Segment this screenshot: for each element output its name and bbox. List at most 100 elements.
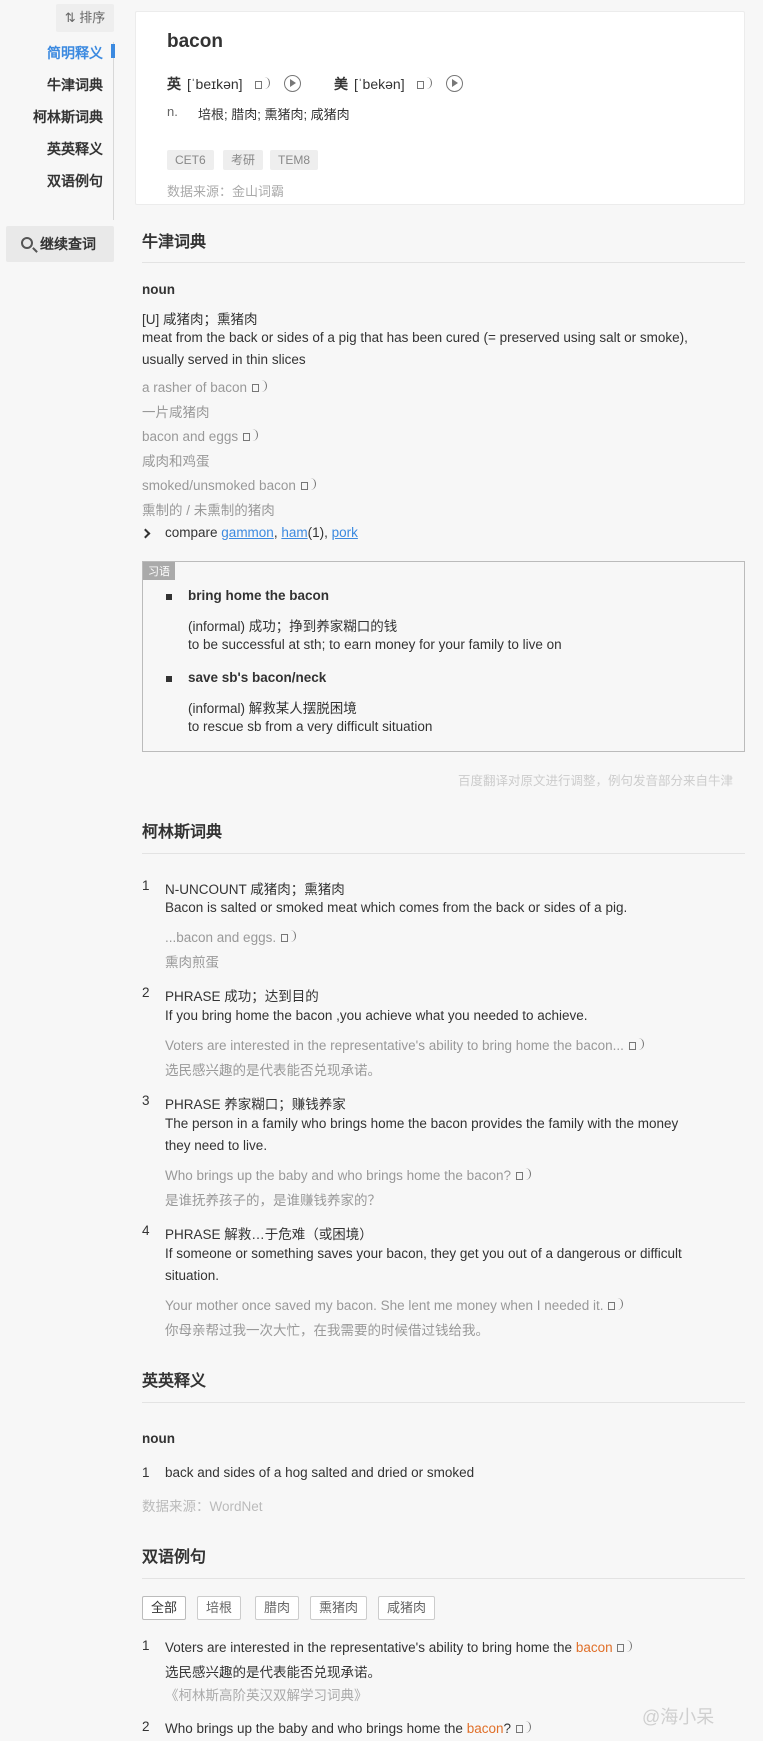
exam-tag: TEM8 [270,150,319,170]
us-repeat-play-icon[interactable] [446,75,464,92]
highlight-word: bacon [575,1640,613,1655]
oxford-example-text: bacon and eggs [142,429,239,444]
exam-tag: CET6 [167,150,214,170]
speaker-icon[interactable] [515,1719,535,1737]
collins-head: PHRASE 养家糊口；赚钱养家 [165,1097,346,1112]
example-text: Who brings up the baby and who brings ho… [165,1721,463,1736]
search-icon [21,237,33,249]
nav-divider [113,42,114,220]
nav-item-oxford[interactable]: 牛津词典 [47,75,103,95]
oxford-example-en: bacon and eggs [142,427,262,445]
bilingual-example-en: Voters are interested in the representat… [165,1638,636,1656]
sort-button[interactable]: ⇅ 排序 [56,4,114,32]
oxford-example-cn: 一片咸猪肉 [142,405,210,420]
bilingual-num: 2 [142,1719,150,1734]
nav-active-marker [111,44,115,58]
us-ipa: [ˈbekən] [354,76,405,92]
idiom-en: to be successful at sth; to earn money f… [188,637,562,652]
collins-head: PHRASE 成功；达到目的 [165,989,319,1004]
idiom-en: to rescue sb from a very difficult situa… [188,719,433,734]
uk-speaker-icon[interactable] [254,75,274,93]
bilingual-example-en: Who brings up the baby and who brings ho… [165,1719,535,1737]
filter-all[interactable]: 全部 [142,1596,187,1620]
oxford-example-cn: 熏制的 / 未熏制的猪肉 [142,503,275,518]
compare-label: compare [165,525,218,540]
bullet-icon [166,676,172,682]
compare-line: compare gammon, ham(1), pork [165,525,358,540]
compare-link-pork[interactable]: pork [332,525,358,540]
example-text-end: ? [503,1721,512,1736]
example-text: Voters are interested in the representat… [165,1640,573,1655]
filter-chip[interactable]: 腊肉 [255,1596,300,1620]
oxford-example-cn: 咸肉和鸡蛋 [142,454,210,469]
collins-def-cont: situation. [165,1268,220,1283]
chevron-right-icon [140,528,151,539]
collins-title: 柯林斯词典 [142,824,223,841]
collins-num: 3 [142,1093,150,1108]
collins-num: 4 [142,1223,150,1238]
collins-def: If someone or something saves your bacon… [165,1246,682,1261]
idiom-tag: 习语 [143,562,175,580]
speaker-icon[interactable] [280,928,300,946]
compare-ham-suffix: (1), [307,525,328,540]
uk-label: 英 [167,76,181,92]
idiom-cn: (informal) 解救某人摆脱困境 [188,701,357,716]
english-def: back and sides of a hog salted and dried… [165,1465,475,1480]
oxford-cn-def: [U] 咸猪肉；熏猪肉 [142,312,258,327]
bilingual-example-source: 《柯林斯高阶英汉双解学习词典》 [165,1688,368,1703]
section-divider [142,1578,745,1579]
nav-item-bilingual[interactable]: 双语例句 [47,171,103,191]
headword: bacon [167,31,223,52]
highlight-word: bacon [466,1721,504,1736]
collins-head: PHRASE 解救…于危难（或困境） [165,1227,373,1242]
speaker-icon[interactable] [628,1036,648,1054]
collins-def-cont: they need to live. [165,1138,268,1153]
oxford-title: 牛津词典 [142,234,207,251]
oxford-pos: noun [142,282,175,297]
idiom-box: 习语 bring home the bacon (informal) 成功；挣到… [142,561,745,752]
oxford-example-text: a rasher of bacon [142,380,248,395]
filter-chip[interactable]: 咸猪肉 [378,1596,436,1620]
speaker-icon[interactable] [607,1296,627,1314]
english-title: 英英释义 [142,1373,207,1390]
english-source: 数据来源：WordNet [142,1499,263,1514]
filter-chip[interactable]: 培根 [197,1596,242,1620]
collins-example-en: Voters are interested in the representat… [165,1036,648,1054]
oxford-example-en: smoked/unsmoked bacon [142,476,320,494]
speaker-icon[interactable] [515,1166,535,1184]
nav-item-english[interactable]: 英英释义 [47,139,103,159]
bilingual-title: 双语例句 [142,1549,207,1566]
filter-chip[interactable]: 熏猪肉 [310,1596,368,1620]
speaker-icon[interactable] [242,427,262,445]
nav-item-brief[interactable]: 简明释义 [47,43,103,63]
speaker-icon[interactable] [251,378,271,396]
nav-item-collins[interactable]: 柯林斯词典 [33,107,103,127]
idiom-cn: (informal) 成功；挣到养家糊口的钱 [188,619,398,634]
continue-lookup-button[interactable]: 继续查词 [6,226,114,262]
section-divider [142,1402,745,1403]
continue-lookup-label: 继续查词 [40,236,96,252]
us-speaker-icon[interactable] [416,75,436,93]
collins-example-cn: 你母亲帮过我一次大忙，在我需要的时候借过钱给我。 [165,1323,489,1338]
uk-repeat-play-icon[interactable] [284,75,302,92]
oxford-en-def: meat from the back or sides of a pig tha… [142,330,688,345]
bilingual-example-cn: 选民感兴趣的是代表能否兑现承诺。 [165,1665,381,1680]
english-num: 1 [142,1465,150,1480]
collins-example-text: ...bacon and eggs. [165,930,277,945]
collins-head: N-UNCOUNT 咸猪肉；熏猪肉 [165,882,345,897]
idiom-phrase: save sb's bacon/neck [188,670,327,685]
uk-ipa: [ˈbeɪkən] [187,76,243,92]
compare-link-ham[interactable]: ham [281,525,307,540]
speaker-icon[interactable] [616,1638,636,1656]
speaker-icon[interactable] [300,476,320,494]
weibo-watermark: @海小呆 [642,1707,715,1727]
collins-def: The person in a family who brings home t… [165,1116,679,1131]
collins-example-cn: 选民感兴趣的是代表能否兑现承诺。 [165,1063,381,1078]
bullet-icon [166,594,172,600]
collins-def: Bacon is salted or smoked meat which com… [165,900,628,915]
collins-example-text: Your mother once saved my bacon. She len… [165,1298,604,1313]
collins-example-en: ...bacon and eggs. [165,928,300,946]
oxford-example-text: smoked/unsmoked bacon [142,478,296,493]
compare-link-gammon[interactable]: gammon [221,525,274,540]
collins-example-text: Voters are interested in the representat… [165,1038,624,1053]
